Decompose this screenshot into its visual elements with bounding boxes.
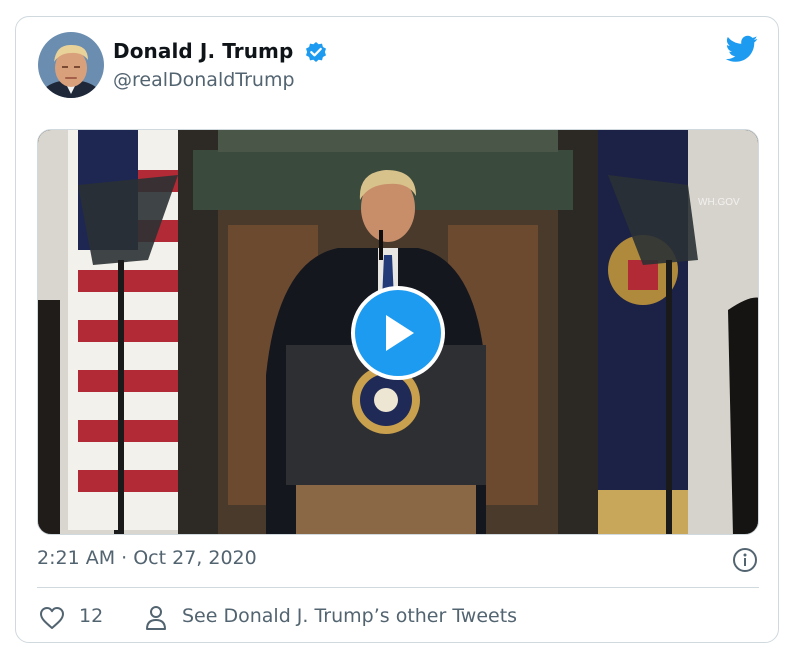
like-count[interactable]: 12 (79, 605, 103, 627)
divider (37, 587, 759, 588)
timestamp[interactable]: 2:21 AM · Oct 27, 2020 (37, 547, 257, 569)
author-name[interactable]: Donald J. Trump (113, 39, 293, 63)
play-button[interactable] (351, 286, 445, 380)
info-icon[interactable] (732, 547, 758, 573)
tweet-card: Donald J. Trump @realDonaldTrump WH.GOV … (15, 16, 779, 643)
author-handle[interactable]: @realDonaldTrump (113, 69, 295, 91)
heart-icon[interactable] (39, 606, 65, 630)
other-tweets-link[interactable]: See Donald J. Trump’s other Tweets (182, 605, 517, 627)
person-icon (146, 606, 166, 630)
avatar[interactable] (38, 32, 104, 98)
watermark: WH.GOV (698, 197, 740, 208)
avatar-image (38, 32, 104, 98)
play-icon (386, 315, 414, 351)
verified-badge-icon (306, 42, 326, 62)
twitter-bird-icon[interactable] (726, 35, 758, 63)
video-player[interactable]: WH.GOV (37, 129, 759, 535)
